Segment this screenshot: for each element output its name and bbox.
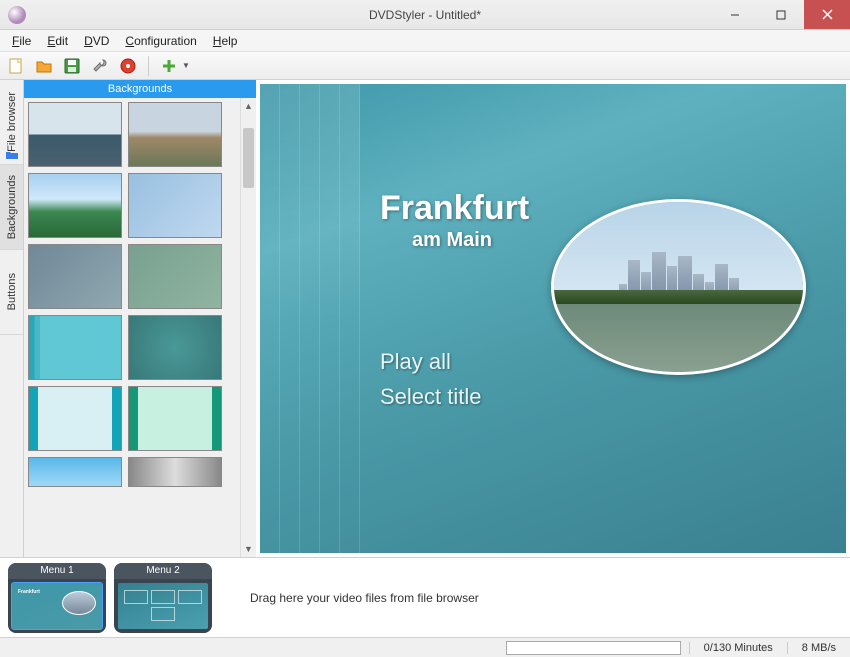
title-bar: DVDStyler - Untitled* <box>0 0 850 30</box>
backgrounds-grid <box>24 98 240 557</box>
window-controls <box>712 0 850 29</box>
preview-stripes <box>260 84 360 553</box>
tab-file-browser-label: File browser <box>6 92 18 152</box>
bg-thumb-1[interactable] <box>28 102 122 167</box>
bg-thumb-3[interactable] <box>28 173 122 238</box>
status-bar: 0/130 Minutes 8 MB/s <box>0 637 850 657</box>
scrollbar-thumb[interactable] <box>243 128 254 188</box>
save-icon <box>63 57 81 75</box>
preview-trees <box>554 290 803 304</box>
menu-configuration[interactable]: Configuration <box>117 32 204 50</box>
menu-thumb-2-preview <box>118 583 208 629</box>
minimize-icon <box>730 10 740 20</box>
bg-thumb-4[interactable] <box>128 173 222 238</box>
menu-file[interactable]: File <box>4 32 39 50</box>
timeline[interactable]: Menu 1 Frankfurt Menu 2 Drag here your v… <box>0 557 850 637</box>
wrench-icon <box>91 57 109 75</box>
new-button[interactable] <box>4 54 28 78</box>
app-icon <box>8 6 26 24</box>
close-icon <box>822 9 833 20</box>
add-button[interactable] <box>157 54 181 78</box>
scroll-up-icon[interactable]: ▲ <box>241 98 256 114</box>
backgrounds-scrollbar[interactable]: ▲ ▼ <box>240 98 256 557</box>
status-minutes: 0/130 Minutes <box>689 642 787 654</box>
burn-disc-icon <box>119 57 137 75</box>
menu-preview[interactable]: Frankfurt am Main Play all Select title <box>260 84 846 553</box>
open-button[interactable] <box>32 54 56 78</box>
preview-image-ellipse[interactable] <box>551 199 806 375</box>
play-all-button[interactable]: Play all <box>380 349 451 375</box>
menu-thumb-2-label: Menu 2 <box>114 563 212 579</box>
backgrounds-panel: Backgrounds ▲ ▼ <box>24 80 256 557</box>
tab-backgrounds[interactable]: Backgrounds <box>0 165 23 250</box>
open-folder-icon <box>35 57 53 75</box>
maximize-icon <box>776 10 786 20</box>
menu-thumb-1[interactable]: Menu 1 Frankfurt <box>8 563 106 633</box>
menu-edit[interactable]: Edit <box>39 32 76 50</box>
bg-thumb-2[interactable] <box>128 102 222 167</box>
bg-thumb-5[interactable] <box>28 244 122 309</box>
preview-title[interactable]: Frankfurt <box>380 189 529 228</box>
add-dropdown[interactable]: ▼ <box>181 54 191 78</box>
maximize-button[interactable] <box>758 0 804 29</box>
preview-sky <box>554 202 803 304</box>
menu-thumb-1-preview: Frankfurt <box>12 583 102 629</box>
bg-thumb-10[interactable] <box>128 386 222 451</box>
save-button[interactable] <box>60 54 84 78</box>
menu-thumb-2[interactable]: Menu 2 <box>114 563 212 633</box>
disc-usage-progress <box>506 641 681 655</box>
new-file-icon <box>7 57 25 75</box>
menu-dvd[interactable]: DVD <box>76 32 117 50</box>
menu-bar: File Edit DVD Configuration Help <box>0 30 850 52</box>
menu-thumb-1-label: Menu 1 <box>8 563 106 579</box>
scroll-down-icon[interactable]: ▼ <box>241 541 256 557</box>
side-tabs: File browser Backgrounds Buttons <box>0 80 24 557</box>
preview-water <box>554 304 803 372</box>
bg-thumb-8[interactable] <box>128 315 222 380</box>
add-button-group: ▼ <box>157 54 191 78</box>
tab-buttons-label: Buttons <box>6 273 18 310</box>
backgrounds-scroll: ▲ ▼ <box>24 98 256 557</box>
burn-button[interactable] <box>116 54 140 78</box>
tab-file-browser[interactable]: File browser <box>0 80 23 165</box>
select-title-button[interactable]: Select title <box>380 384 482 410</box>
toolbar-separator <box>148 56 149 76</box>
add-icon <box>160 57 178 75</box>
close-button[interactable] <box>804 0 850 29</box>
bg-thumb-11[interactable] <box>28 457 122 487</box>
preview-area: Frankfurt am Main Play all Select title <box>256 80 850 557</box>
backgrounds-header: Backgrounds <box>24 80 256 98</box>
drag-hint: Drag here your video files from file bro… <box>250 591 479 605</box>
minimize-button[interactable] <box>712 0 758 29</box>
settings-button[interactable] <box>88 54 112 78</box>
bg-thumb-12[interactable] <box>128 457 222 487</box>
tab-backgrounds-label: Backgrounds <box>6 175 18 239</box>
preview-subtitle[interactable]: am Main <box>412 229 492 252</box>
folder-icon <box>5 150 19 160</box>
status-bitrate: 8 MB/s <box>787 642 850 654</box>
tab-buttons[interactable]: Buttons <box>0 250 23 335</box>
bg-thumb-9[interactable] <box>28 386 122 451</box>
main-area: File browser Backgrounds Buttons Backgro… <box>0 80 850 557</box>
bg-thumb-7[interactable] <box>28 315 122 380</box>
bg-thumb-6[interactable] <box>128 244 222 309</box>
menu-help[interactable]: Help <box>205 32 246 50</box>
toolbar: ▼ <box>0 52 850 80</box>
